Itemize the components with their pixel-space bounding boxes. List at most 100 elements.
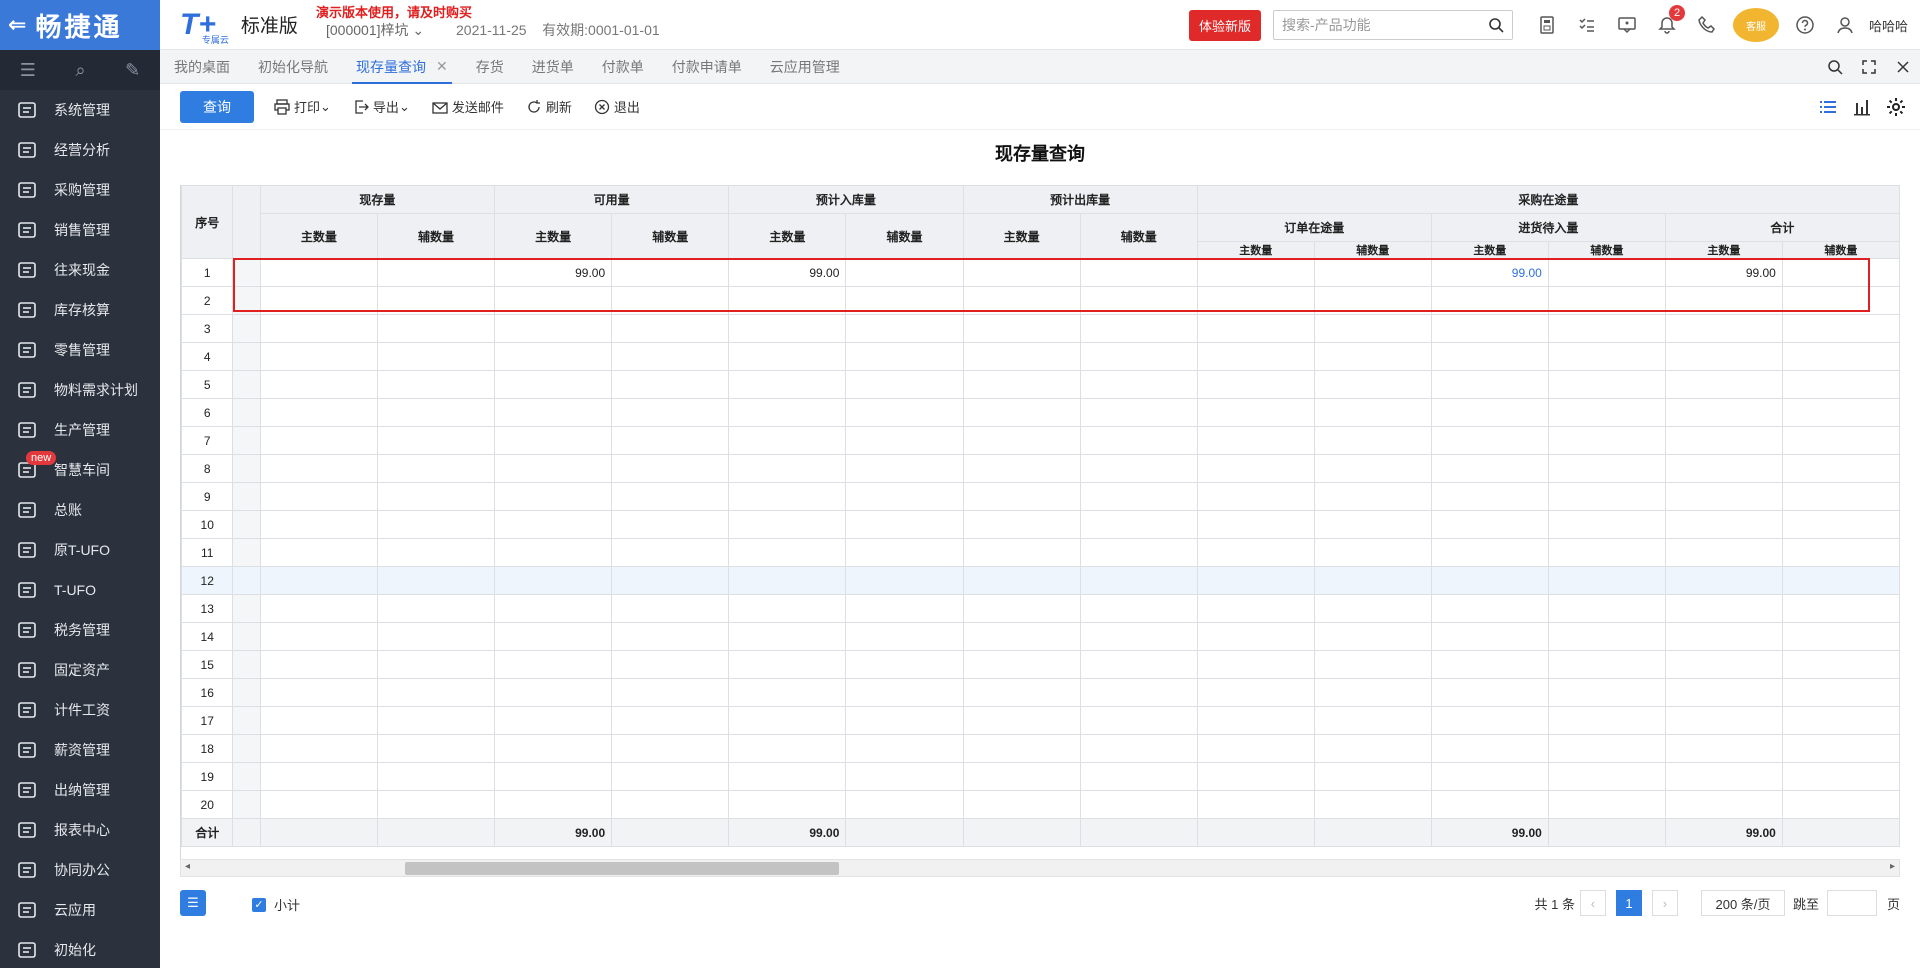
table-cell[interactable] [1664, 370, 1783, 399]
export-button[interactable]: 导出 ⌄ [353, 97, 410, 116]
table-cell[interactable] [376, 734, 496, 763]
table-cell[interactable] [376, 762, 496, 791]
search-icon[interactable] [1488, 17, 1504, 33]
table-cell[interactable] [1313, 454, 1432, 483]
function-search-input[interactable]: 搜索-产品功能 [1272, 10, 1513, 40]
table-cell[interactable] [1547, 426, 1666, 455]
table-cell[interactable] [1313, 762, 1432, 791]
sidebar-item[interactable]: 往来现金 [0, 250, 160, 290]
table-row[interactable]: 17 [181, 706, 1900, 735]
table-cell[interactable] [1313, 314, 1432, 343]
table-cell[interactable] [728, 566, 847, 595]
table-cell[interactable] [845, 622, 964, 651]
table-cell[interactable] [1430, 482, 1549, 511]
sidebar-item[interactable]: 固定资产 [0, 650, 160, 690]
table-cell[interactable] [259, 790, 378, 819]
table-cell[interactable] [1196, 706, 1315, 735]
table-cell[interactable] [728, 622, 847, 651]
table-cell[interactable] [494, 734, 613, 763]
total-row[interactable]: 合计 99.00 99.00 99.00 99.00 [181, 818, 1900, 847]
row-selector[interactable] [232, 678, 261, 707]
sidebar-item[interactable]: 物料需求计划 [0, 370, 160, 410]
table-cell[interactable] [259, 370, 378, 399]
table-cell[interactable] [1079, 426, 1198, 455]
table-cell[interactable] [1313, 650, 1432, 679]
tab[interactable]: 付款申请单 [658, 50, 756, 84]
table-cell[interactable] [1781, 370, 1900, 399]
company-selector[interactable]: [000001]梓坑 ⌄ [326, 20, 424, 40]
table-cell[interactable] [376, 706, 496, 735]
sidebar-item[interactable]: 总账 [0, 490, 160, 530]
table-cell[interactable] [1196, 510, 1315, 539]
sidebar-item[interactable]: 初始化 [0, 930, 160, 968]
table-cell[interactable] [376, 818, 496, 847]
table-cell[interactable]: 99.00 [1664, 258, 1783, 287]
sidebar-item[interactable]: 税务管理 [0, 610, 160, 650]
table-cell[interactable] [1547, 594, 1666, 623]
tab[interactable]: 我的桌面 [160, 50, 244, 84]
menu-icon[interactable]: ☰ [20, 60, 36, 81]
jump-page-input[interactable] [1826, 890, 1877, 916]
table-cell[interactable] [1079, 342, 1198, 371]
table-cell[interactable] [962, 314, 1081, 343]
horizontal-scrollbar[interactable]: ◂ ▸ [180, 859, 1900, 877]
table-cell[interactable] [611, 342, 730, 371]
table-cell[interactable] [1079, 706, 1198, 735]
row-selector[interactable] [232, 482, 261, 511]
table-cell[interactable] [1313, 790, 1432, 819]
column-settings-icon[interactable]: ☰ [180, 890, 206, 916]
table-cell[interactable] [1196, 314, 1315, 343]
table-cell[interactable] [1313, 818, 1432, 847]
table-row[interactable]: 12 [181, 566, 1900, 595]
table-cell[interactable] [1313, 678, 1432, 707]
table-cell[interactable] [845, 650, 964, 679]
table-cell[interactable] [845, 566, 964, 595]
table-cell[interactable] [1196, 426, 1315, 455]
table-cell[interactable] [1079, 790, 1198, 819]
table-cell[interactable] [376, 342, 496, 371]
table-cell[interactable] [259, 650, 378, 679]
table-cell[interactable] [962, 370, 1081, 399]
table-cell[interactable] [1781, 258, 1900, 287]
table-cell[interactable] [1781, 734, 1900, 763]
table-cell[interactable] [376, 370, 496, 399]
table-cell[interactable] [1430, 706, 1549, 735]
table-cell[interactable] [611, 678, 730, 707]
table-cell[interactable] [1430, 790, 1549, 819]
table-cell[interactable] [259, 342, 378, 371]
table-cell[interactable]: 99.00 [728, 258, 847, 287]
table-cell[interactable] [1079, 538, 1198, 567]
table-row[interactable]: 16 [181, 678, 1900, 707]
table-cell[interactable] [1781, 678, 1900, 707]
table-cell[interactable] [1781, 286, 1900, 315]
table-cell[interactable] [1430, 762, 1549, 791]
table-cell[interactable] [845, 258, 964, 287]
table-cell[interactable] [1781, 594, 1900, 623]
table-cell[interactable] [611, 510, 730, 539]
table-cell[interactable] [1547, 650, 1666, 679]
username[interactable]: 哈哈哈 [1869, 16, 1908, 35]
table-cell[interactable] [1196, 650, 1315, 679]
table-cell[interactable] [1664, 762, 1783, 791]
table-cell[interactable] [259, 594, 378, 623]
sidebar-item[interactable]: 库存核算 [0, 290, 160, 330]
table-cell[interactable] [494, 790, 613, 819]
table-cell[interactable] [1079, 762, 1198, 791]
table-cell[interactable] [611, 762, 730, 791]
table-cell[interactable] [1547, 454, 1666, 483]
sidebar-item[interactable]: 采购管理 [0, 170, 160, 210]
table-cell[interactable] [1313, 510, 1432, 539]
checkbox-checked-icon[interactable]: ✓ [252, 897, 266, 912]
sidebar-item[interactable]: 出纳管理 [0, 770, 160, 810]
table-cell[interactable] [728, 398, 847, 427]
table-cell[interactable] [1079, 734, 1198, 763]
table-cell[interactable] [728, 538, 847, 567]
table-cell[interactable] [611, 286, 730, 315]
table-cell[interactable] [1781, 762, 1900, 791]
table-row[interactable]: 13 [181, 594, 1900, 623]
table-cell[interactable] [1664, 790, 1783, 819]
row-selector[interactable] [232, 622, 261, 651]
table-cell[interactable]: 99.00 [494, 818, 613, 847]
table-cell[interactable] [259, 566, 378, 595]
table-cell[interactable] [1079, 818, 1198, 847]
